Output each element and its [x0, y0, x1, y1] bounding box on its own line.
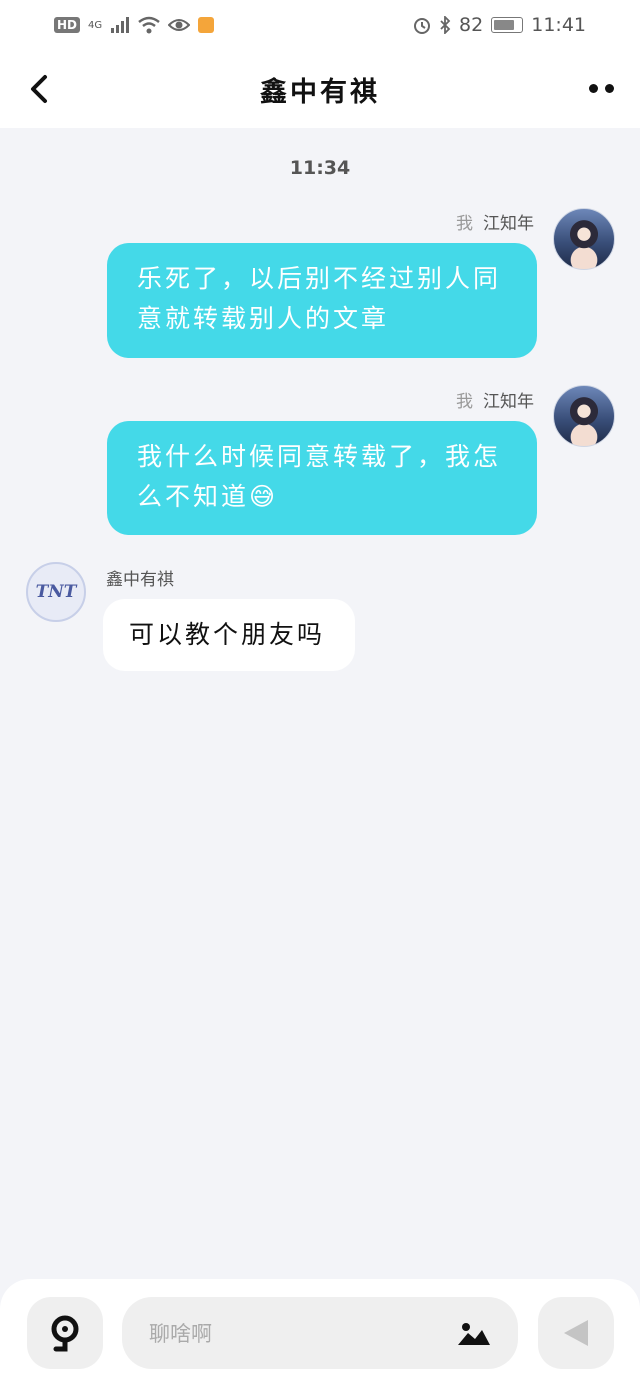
network-type: 4G — [88, 19, 103, 31]
voice-button[interactable] — [27, 1297, 103, 1369]
status-bar: HD 4G 82 11:41 — [0, 0, 640, 50]
sender-label: 江知年 — [483, 392, 534, 412]
chat-header: 鑫中有祺 — [0, 50, 640, 128]
wifi-icon — [138, 16, 160, 34]
bluetooth-icon — [440, 16, 451, 34]
sender-name: 我江知年 — [456, 387, 534, 412]
me-tag: 我 — [456, 392, 473, 412]
message-bubble[interactable]: 可以教个朋友吗 — [103, 599, 355, 671]
voice-icon — [51, 1315, 79, 1352]
status-time: 11:41 — [531, 14, 586, 36]
send-icon — [564, 1320, 588, 1346]
my-avatar[interactable] — [553, 208, 615, 270]
battery-percent: 82 — [459, 14, 484, 36]
sender-name: 鑫中有祺 — [106, 570, 174, 590]
status-right: 82 11:41 — [413, 14, 586, 36]
chat-title: 鑫中有祺 — [260, 77, 380, 108]
hd-badge: HD — [54, 17, 81, 33]
contact-avatar[interactable]: TNT — [26, 562, 86, 622]
eye-icon — [168, 19, 191, 31]
message-bubble[interactable]: 乐死了，以后别不经过别人同意就转载别人的文章 — [107, 243, 537, 358]
image-icon[interactable] — [458, 1321, 490, 1345]
me-tag: 我 — [456, 214, 473, 234]
more-dots-icon[interactable] — [589, 84, 614, 93]
battery-icon — [491, 17, 524, 33]
status-left: HD 4G — [54, 16, 215, 34]
alarm-icon — [414, 18, 431, 34]
send-button[interactable] — [538, 1297, 614, 1369]
input-bar: 聊啥啊 — [0, 1279, 640, 1387]
sender-label: 江知年 — [483, 214, 534, 234]
chat-timestamp: 11:34 — [289, 157, 351, 179]
message-bubble[interactable]: 我什么时候同意转载了，我怎么不知道😅 — [107, 421, 537, 535]
sender-name: 我江知年 — [456, 209, 534, 234]
signal-icon — [111, 17, 130, 33]
notification-icon — [198, 17, 215, 33]
my-avatar[interactable] — [553, 385, 615, 447]
